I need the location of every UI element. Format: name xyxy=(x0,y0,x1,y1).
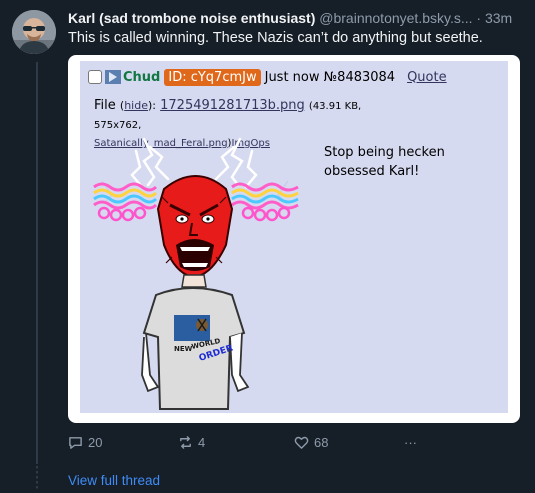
post-text: This is called winning. These Nazis can’… xyxy=(68,30,483,46)
screenshot-4chan-post: Chud ID: cYq7cmJw Just now №8483084 Quot… xyxy=(80,61,508,413)
post-header: Karl (sad trombone noise enthusiast) @br… xyxy=(68,10,527,30)
rainbow-waves-left xyxy=(93,182,158,210)
separator-dot: · xyxy=(476,10,482,26)
chan-post-header: Chud ID: cYq7cmJw Just now №8483084 Quot… xyxy=(88,66,447,88)
post-comment: Stop being hecken obsessed Karl! xyxy=(324,145,445,179)
checkbox xyxy=(88,70,102,84)
shirt-text-new: NEW xyxy=(174,345,193,353)
angry-red-face xyxy=(156,175,234,279)
repost-icon xyxy=(180,435,191,449)
heart-icon xyxy=(294,436,309,449)
post-number: №8483084 xyxy=(323,69,396,85)
wojak-meme-image: NEW WORLD ORDER xyxy=(93,137,299,410)
repost-button[interactable]: 4 xyxy=(178,435,294,450)
more-icon: ··· xyxy=(404,434,417,450)
like-button[interactable]: 68 xyxy=(294,435,404,450)
more-options-button[interactable]: ··· xyxy=(404,435,444,450)
view-full-thread-link[interactable]: View full thread xyxy=(68,473,160,488)
repost-count: 4 xyxy=(198,434,206,450)
author-display-name[interactable]: Karl (sad trombone noise enthusiast) xyxy=(68,10,315,26)
reply-count: 20 xyxy=(88,434,103,450)
avatar[interactable] xyxy=(12,10,56,54)
flag-icon xyxy=(105,70,121,84)
post-actions: 20 4 68 ··· xyxy=(68,432,518,452)
image-embed[interactable]: Chud ID: cYq7cmJw Just now №8483084 Quot… xyxy=(68,55,520,423)
like-count: 68 xyxy=(314,434,329,450)
quote-link: Quote xyxy=(407,69,447,85)
poster-id: ID: cYq7cmJw xyxy=(164,68,261,86)
thread-dotted-line xyxy=(36,466,38,490)
post-time[interactable]: 33m xyxy=(485,10,512,26)
reply-icon xyxy=(69,436,82,449)
file-label: File xyxy=(94,98,116,113)
reply-button[interactable]: 20 xyxy=(68,435,178,450)
author-handle[interactable]: @brainnotonyet.bsky.s... xyxy=(319,10,472,26)
post-timestamp: Just now xyxy=(264,69,320,85)
thread-line xyxy=(36,62,38,464)
file-name: 1725491281713b.png xyxy=(160,98,305,113)
poster-name: Chud xyxy=(123,69,161,85)
rainbow-waves-right xyxy=(231,182,299,210)
hide-toggle: (hide): xyxy=(119,99,156,112)
